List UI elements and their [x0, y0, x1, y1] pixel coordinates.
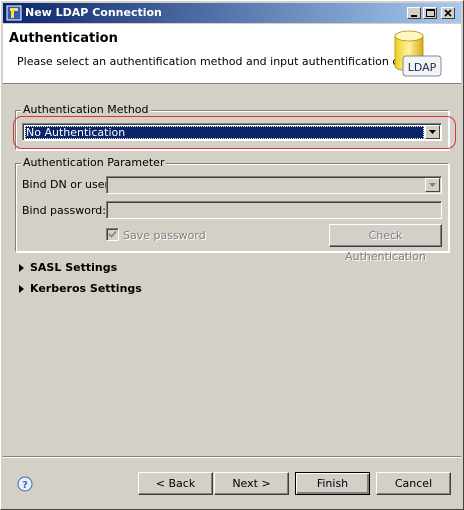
dialog-window: New LDAP Connection Authentication Pleas… — [0, 0, 464, 510]
minimize-button[interactable] — [407, 7, 421, 19]
window-title: New LDAP Connection — [25, 6, 162, 19]
bind-password-label: Bind password: — [22, 204, 106, 217]
back-button[interactable]: < Back — [138, 472, 213, 495]
bind-password-field[interactable] — [106, 201, 442, 219]
finish-button[interactable]: Finish — [295, 472, 370, 495]
check-authentication-button[interactable]: Check Authentication — [329, 224, 442, 263]
auth-param-group-label: Authentication Parameter — [21, 156, 167, 169]
footer-separator — [3, 456, 461, 458]
wizard-banner: Authentication Please select an authenti… — [3, 24, 461, 84]
page-title: Authentication — [9, 31, 118, 46]
close-button[interactable] — [441, 7, 455, 19]
title-bar[interactable]: New LDAP Connection — [3, 3, 461, 23]
minimize-icon — [411, 15, 417, 17]
save-password-checkbox[interactable] — [106, 228, 119, 241]
ldap-database-icon: LDAP — [394, 30, 442, 77]
cancel-button[interactable]: Cancel — [376, 472, 451, 495]
kerberos-settings-section[interactable]: Kerberos Settings — [30, 282, 142, 295]
auth-method-dropdown-button[interactable] — [425, 125, 440, 139]
app-icon — [6, 5, 22, 21]
bind-dn-value — [109, 179, 424, 192]
checkmark-icon — [108, 230, 117, 238]
page-description: Please select an authentification method… — [17, 55, 421, 68]
bind-dn-select[interactable] — [106, 176, 442, 194]
help-icon[interactable]: ? — [17, 476, 33, 492]
save-password-label: Save password — [123, 229, 206, 242]
dropdown-arrow-icon — [429, 183, 436, 187]
auth-method-selected-value: No Authentication — [25, 126, 424, 139]
ldap-icon-label: LDAP — [408, 61, 437, 74]
bind-dn-dropdown-button[interactable] — [425, 178, 440, 192]
maximize-button[interactable] — [423, 7, 437, 19]
next-button[interactable]: Next > — [214, 472, 289, 495]
expand-triangle-icon[interactable] — [19, 264, 25, 272]
close-icon — [444, 9, 452, 17]
bind-dn-label: Bind DN or user: — [22, 178, 113, 191]
auth-method-select[interactable]: No Authentication — [22, 123, 442, 141]
auth-method-group-label: Authentication Method — [21, 103, 151, 116]
expand-triangle-icon[interactable] — [19, 285, 25, 293]
sasl-settings-section[interactable]: SASL Settings — [30, 261, 117, 274]
dropdown-arrow-icon — [429, 130, 436, 134]
svg-text:?: ? — [22, 480, 28, 491]
maximize-icon — [426, 9, 435, 17]
